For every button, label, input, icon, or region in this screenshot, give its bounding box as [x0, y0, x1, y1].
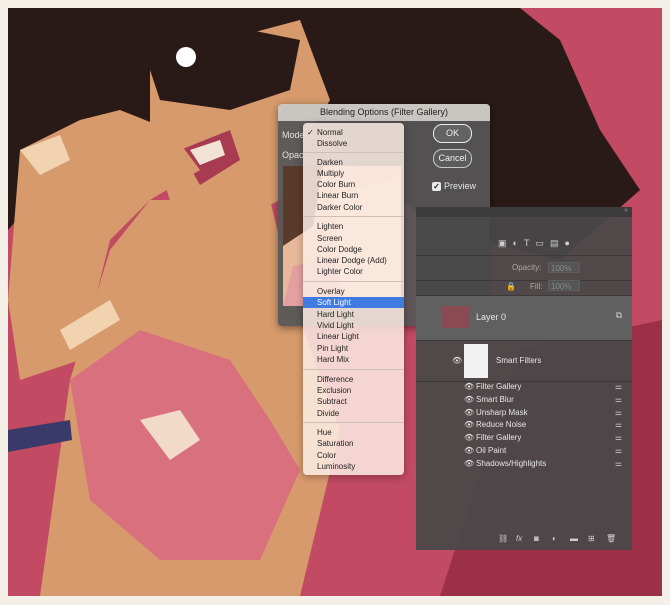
eye-icon[interactable]: 👁 [464, 445, 474, 457]
filter-options-icon[interactable]: ⚌ [615, 458, 622, 470]
layer-name[interactable]: Layer 0 [476, 312, 506, 322]
ok-button[interactable]: OK [433, 124, 472, 143]
menu-item-normal[interactable]: ✓ Normal [303, 127, 404, 138]
filter-label: Oil Paint [476, 446, 507, 455]
eye-icon[interactable]: 👁 [464, 381, 474, 393]
menu-item-subtract[interactable]: Subtract [303, 396, 404, 407]
eye-icon[interactable]: 👁 [464, 419, 474, 431]
filter-options-icon[interactable]: ⚌ [615, 394, 622, 406]
checkmark-icon: ✓ [307, 128, 314, 137]
blend-mode-menu: ✓ Normal Dissolve Darken Multiply Color B… [303, 123, 404, 475]
filter-item[interactable]: 👁 Filter Gallery ⚌ [460, 381, 630, 393]
menu-item-divide[interactable]: Divide [303, 408, 404, 419]
smart-filters-row[interactable]: 👁 Smart Filters [416, 341, 632, 382]
eye-icon[interactable]: 👁 [464, 458, 474, 470]
lock-icon[interactable]: 🔒 [506, 282, 516, 291]
menu-item-color[interactable]: Color [303, 450, 404, 461]
panel-title-bar: » [416, 207, 632, 217]
filter-options-icon[interactable]: ⚌ [615, 407, 622, 419]
menu-divider [303, 152, 404, 153]
menu-item-color-burn[interactable]: Color Burn [303, 179, 404, 190]
preview-checkbox[interactable]: ✓ [432, 182, 441, 191]
new-layer-icon[interactable]: ⊞ [588, 534, 595, 543]
menu-item-hard-light[interactable]: Hard Light [303, 309, 404, 320]
filter-item[interactable]: 👁 Reduce Noise ⚌ [460, 419, 630, 431]
filter-item[interactable]: 👁 Shadows/Highlights ⚌ [460, 458, 630, 470]
smart-object-icon: ⧉ [615, 310, 622, 320]
menu-divider [303, 369, 404, 370]
filter-options-icon[interactable]: ⚌ [615, 445, 622, 457]
menu-item-multiply[interactable]: Multiply [303, 168, 404, 179]
menu-item-darken[interactable]: Darken [303, 157, 404, 168]
menu-item-hue[interactable]: Hue [303, 427, 404, 438]
fill-label: Fill: [530, 282, 543, 291]
smart-filter-mask[interactable] [464, 344, 488, 378]
layers-panel: » ▣◐T▭▤● Opacity: 100% 🔒 Fill: 100% Laye… [416, 207, 632, 550]
filter-label: Filter Gallery [476, 382, 522, 391]
menu-item-exclusion[interactable]: Exclusion [303, 385, 404, 396]
filter-item[interactable]: 👁 Smart Blur ⚌ [460, 394, 630, 406]
mask-icon[interactable]: ◙ [534, 534, 539, 543]
folder-icon[interactable]: ▬ [570, 534, 578, 543]
layer-filter-icons[interactable]: ▣◐T▭▤● [498, 238, 576, 249]
menu-item-hard-mix[interactable]: Hard Mix [303, 354, 404, 365]
cancel-button[interactable]: Cancel [433, 149, 472, 168]
menu-item-color-dodge[interactable]: Color Dodge [303, 244, 404, 255]
filter-label: Shadows/Highlights [476, 459, 547, 468]
menu-item-darker-color[interactable]: Darker Color [303, 202, 404, 213]
menu-item-overlay[interactable]: Overlay [303, 286, 404, 297]
eye-icon[interactable]: 👁 [464, 394, 474, 406]
dialog-title: Blending Options (Filter Gallery) [278, 104, 490, 121]
adjustment-icon[interactable]: ◐ [552, 534, 557, 543]
opacity-panel-label: Opacity: [512, 263, 542, 272]
layer-row-layer-0[interactable]: Layer 0 ⧉ [416, 296, 632, 341]
eye-icon[interactable]: 👁 [464, 407, 474, 419]
menu-item-pin-light[interactable]: Pin Light [303, 343, 404, 354]
filter-label: Smart Blur [476, 395, 514, 404]
eye-icon[interactable]: 👁 [452, 356, 462, 365]
menu-item-lighter-color[interactable]: Lighter Color [303, 266, 404, 277]
filter-label: Reduce Noise [476, 420, 527, 429]
collapse-icon[interactable]: » [624, 207, 628, 214]
link-icon[interactable]: ⛓ [498, 534, 508, 543]
mode-label: Mode [282, 130, 305, 140]
layer-thumbnail [442, 306, 470, 328]
filter-item[interactable]: 👁 Unsharp Mask ⚌ [460, 407, 630, 419]
filter-icons-row: ▣◐T▭▤● [416, 231, 632, 256]
menu-item-vivid-light[interactable]: Vivid Light [303, 320, 404, 331]
fx-icon[interactable]: fx [516, 534, 522, 543]
menu-item-dissolve[interactable]: Dissolve [303, 138, 404, 149]
menu-item-soft-light[interactable]: Soft Light [303, 297, 404, 308]
opacity-label: Opac [282, 150, 304, 160]
filter-item[interactable]: 👁 Filter Gallery ⚌ [460, 432, 630, 444]
menu-item-linear-light[interactable]: Linear Light [303, 331, 404, 342]
menu-item-saturation[interactable]: Saturation [303, 438, 404, 449]
eye-icon[interactable]: 👁 [464, 432, 474, 444]
preview-label: Preview [444, 181, 477, 191]
menu-item-linear-burn[interactable]: Linear Burn [303, 190, 404, 201]
filter-label: Filter Gallery [476, 433, 522, 442]
menu-divider [303, 422, 404, 423]
smart-filters-label: Smart Filters [496, 356, 542, 365]
filter-options-icon[interactable]: ⚌ [615, 381, 622, 393]
menu-item-linear-dodge[interactable]: Linear Dodge (Add) [303, 255, 404, 266]
fill-field[interactable]: 100% [548, 280, 580, 291]
menu-divider [303, 216, 404, 217]
filter-item[interactable]: 👁 Oil Paint ⚌ [460, 445, 630, 457]
menu-item-screen[interactable]: Screen [303, 233, 404, 244]
menu-item-luminosity[interactable]: Luminosity [303, 461, 404, 472]
fill-row: 🔒 Fill: 100% [416, 277, 632, 296]
trash-icon[interactable]: 🗑 [606, 534, 616, 543]
menu-divider [303, 281, 404, 282]
filter-options-icon[interactable]: ⚌ [615, 432, 622, 444]
opacity-field[interactable]: 100% [548, 262, 580, 273]
filter-label: Unsharp Mask [476, 408, 528, 417]
menu-item-lighten[interactable]: Lighten [303, 221, 404, 232]
menu-item-difference[interactable]: Difference [303, 374, 404, 385]
filter-options-icon[interactable]: ⚌ [615, 419, 622, 431]
